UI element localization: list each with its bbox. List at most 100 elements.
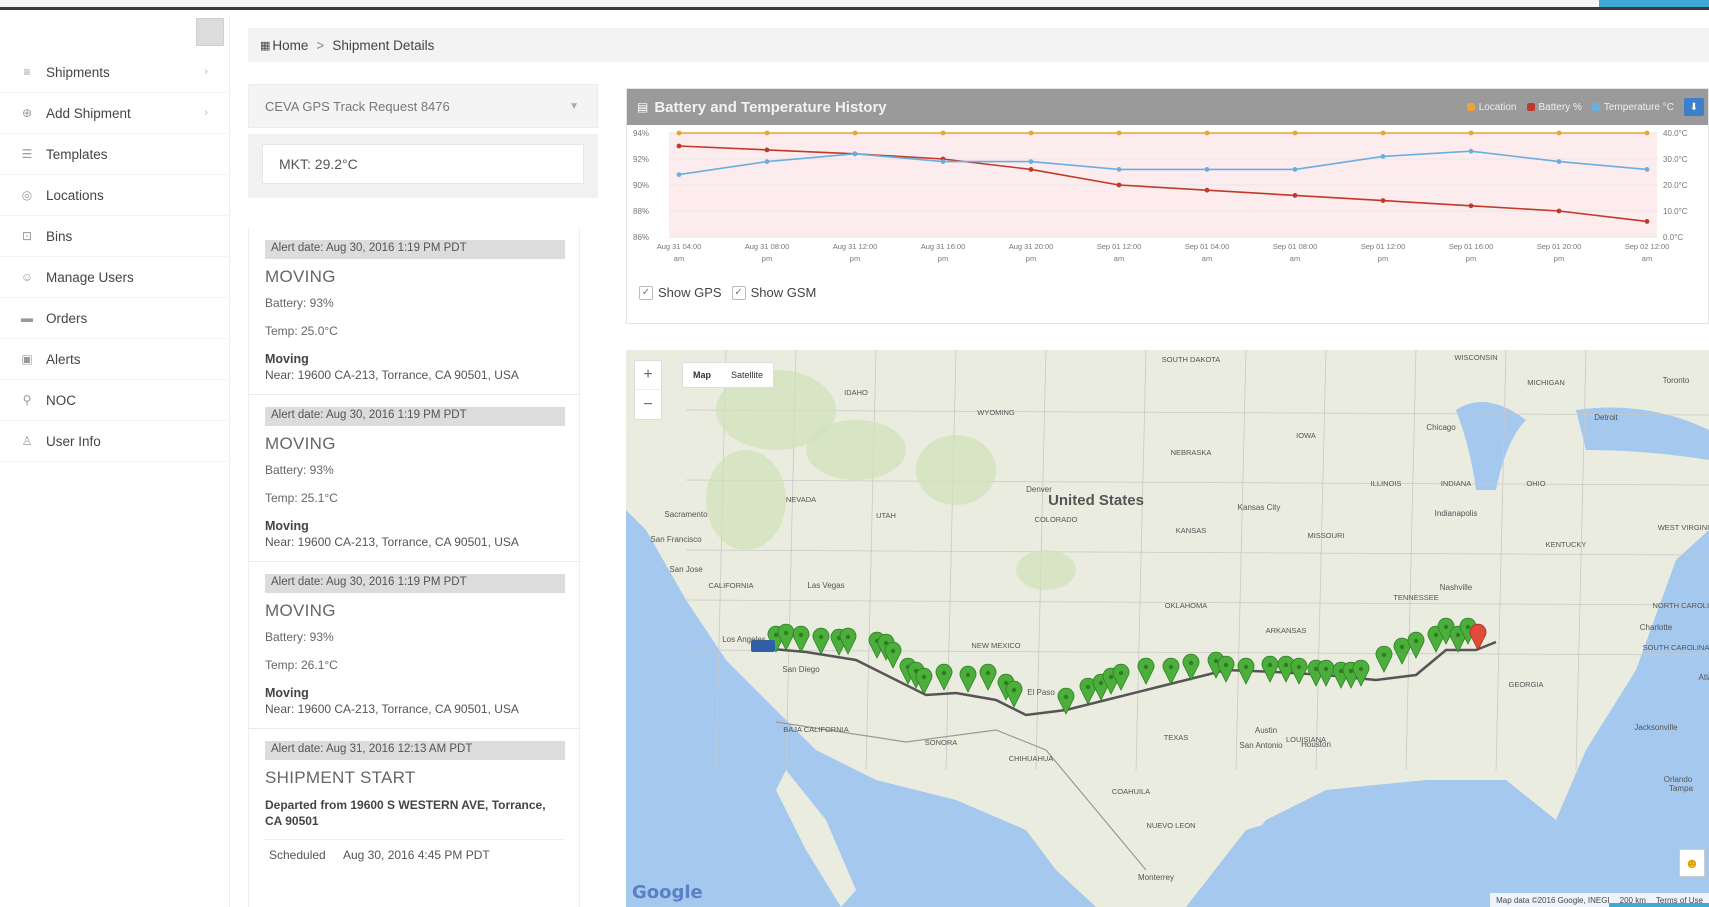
alert-battery: Battery: 93% xyxy=(265,463,334,477)
y-left-tick-label: 86% xyxy=(633,233,649,242)
sidebar-item-label: Add Shipment xyxy=(46,105,131,121)
sidebar-toggle-button[interactable] xyxy=(196,18,224,46)
scheduled-row: Scheduled Aug 30, 2016 4:45 PM PDT xyxy=(265,839,565,862)
sidebar: ≡ Shipments › ⊕ Add Shipment › ☰ Templates ◎ Loca… xyxy=(0,14,230,907)
state-label: NUEVO LEON xyxy=(1146,821,1195,830)
route-marker-dot xyxy=(941,670,947,676)
sidebar-item-add-shipment[interactable]: ⊕ Add Shipment › xyxy=(0,93,230,134)
alert-item: Alert date: Aug 30, 2016 1:19 PM PDT MOVI… xyxy=(249,395,579,562)
state-label: IOWA xyxy=(1296,431,1316,440)
zoom-in-button[interactable]: + xyxy=(635,361,661,390)
sidebar-item-orders[interactable]: ▬ Orders xyxy=(0,298,230,339)
state-label: KANSAS xyxy=(1176,526,1206,535)
route-marker-dot xyxy=(890,648,896,654)
sidebar-item-shipments[interactable]: ≡ Shipments › xyxy=(0,52,230,93)
series-point xyxy=(1028,159,1034,164)
x-tick-label: pm xyxy=(762,254,772,263)
x-tick-label: pm xyxy=(1026,254,1036,263)
terrain-patch xyxy=(806,420,906,480)
series-point xyxy=(1380,198,1386,203)
show-gps-toggle[interactable]: ✓ Show GPS xyxy=(639,285,722,300)
series-point xyxy=(1556,208,1562,214)
route-marker-dot xyxy=(783,630,789,636)
city-label: Detroit xyxy=(1594,413,1618,422)
x-tick-label: Aug 31 08:00 xyxy=(745,242,790,251)
breadcrumb-current: Shipment Details xyxy=(332,37,435,53)
state-label: MISSOURI xyxy=(1307,531,1344,540)
google-logo: Google xyxy=(632,882,703,903)
chart-legend: Location Battery % Temperature °C ⬇ xyxy=(1466,89,1704,125)
chart-header: ▤ Battery and Temperature History Locati… xyxy=(627,89,1708,125)
sidebar-item-label: Orders xyxy=(46,310,88,326)
city-label: San Antonio xyxy=(1239,741,1283,750)
legend-swatch xyxy=(1466,103,1475,111)
route-map[interactable]: United States SOUTH DAKOTA WISCONSIN MICHIG… xyxy=(626,350,1709,907)
terrain-patch xyxy=(1016,550,1076,590)
truck-icon: ▬ xyxy=(21,311,33,325)
sidebar-item-bins[interactable]: ⊡ Bins xyxy=(0,216,230,257)
legend-temperature[interactable]: Temperature °C xyxy=(1591,102,1674,113)
series-point xyxy=(1116,167,1122,172)
state-label: ILLINOIS xyxy=(1371,479,1402,488)
sidebar-item-label: Bins xyxy=(46,228,73,244)
show-gsm-toggle[interactable]: ✓ Show GSM xyxy=(731,285,816,300)
sidebar-nav: ≡ Shipments › ⊕ Add Shipment › ☰ Templates ◎ Loca… xyxy=(0,52,230,462)
city-label: Houston xyxy=(1301,740,1331,749)
route-marker-dot xyxy=(1213,658,1219,664)
terrain-patch xyxy=(706,450,786,550)
x-tick-label: am xyxy=(1642,254,1652,263)
route-marker-dot xyxy=(1108,674,1114,680)
sidebar-item-locations[interactable]: ◎ Locations xyxy=(0,175,230,216)
sidebar-item-label: NOC xyxy=(46,392,76,408)
y-left-tick-label: 94% xyxy=(633,129,649,138)
sidebar-item-manage-users[interactable]: ☺ Manage Users xyxy=(0,257,230,298)
breadcrumb-home-link[interactable]: Home xyxy=(272,38,308,53)
city-label: Denver xyxy=(1026,485,1052,494)
breadcrumb: ▦ Home > Shipment Details xyxy=(248,28,1709,62)
route-marker-dot xyxy=(818,634,824,640)
city-label: Tampa xyxy=(1669,784,1694,793)
x-tick-label: am xyxy=(1290,254,1300,263)
series-point xyxy=(1380,154,1386,159)
state-label: NEVADA xyxy=(786,495,816,504)
top-bar xyxy=(0,0,1709,10)
sidebar-item-user-info[interactable]: ♙ User Info xyxy=(0,421,230,462)
show-gps-label: Show GPS xyxy=(658,285,722,300)
x-tick-label: Sep 01 08:00 xyxy=(1273,242,1318,251)
sidebar-item-noc[interactable]: ⚲ NOC xyxy=(0,380,230,421)
legend-location[interactable]: Location xyxy=(1466,102,1517,113)
sidebar-item-alerts[interactable]: ▣ Alerts xyxy=(0,339,230,380)
map-canvas[interactable]: United States SOUTH DAKOTA WISCONSIN MICHIG… xyxy=(626,350,1709,907)
route-marker-dot xyxy=(1455,632,1461,638)
map-type-satellite-button[interactable]: Satellite xyxy=(721,370,773,380)
series-point xyxy=(1380,130,1386,136)
checkbox-icon: ✓ xyxy=(731,285,746,300)
route-marker-dot xyxy=(1399,644,1405,650)
x-tick-label: Sep 01 16:00 xyxy=(1449,242,1494,251)
route-marker-dot xyxy=(1465,624,1471,630)
city-label: Sacramento xyxy=(664,510,708,519)
download-icon[interactable]: ⬇ xyxy=(1684,98,1704,116)
alerts-list: Alert date: Aug 30, 2016 1:19 PM PDT MOVI… xyxy=(248,228,580,907)
sidebar-item-templates[interactable]: ☰ Templates xyxy=(0,134,230,175)
alert-item: Alert date: Aug 30, 2016 1:19 PM PDT MOVI… xyxy=(249,228,579,395)
mkt-value: MKT: 29.2°C xyxy=(279,156,358,172)
mkt-container: MKT: 29.2°C xyxy=(248,134,598,198)
route-marker-dot xyxy=(965,672,971,678)
shipment-select[interactable]: CEVA GPS Track Request 8476 ▼ xyxy=(248,84,598,128)
home-icon: ▦ xyxy=(260,39,271,52)
zoom-out-button[interactable]: − xyxy=(635,390,661,419)
x-tick-label: pm xyxy=(938,254,948,263)
y-right-tick-label: 30.0°C xyxy=(1663,155,1688,164)
map-type-map-button[interactable]: Map xyxy=(683,370,721,380)
alert-date: Alert date: Aug 30, 2016 1:19 PM PDT xyxy=(265,407,565,426)
alert-date: Alert date: Aug 30, 2016 1:19 PM PDT xyxy=(265,574,565,593)
state-label: NEW MEXICO xyxy=(971,641,1020,650)
street-view-icon[interactable]: ☻ xyxy=(1679,849,1705,877)
legend-battery[interactable]: Battery % xyxy=(1526,102,1582,113)
route-marker-dot xyxy=(1381,652,1387,658)
city-label: Orlando xyxy=(1664,775,1693,784)
y-left-tick-label: 92% xyxy=(633,155,649,164)
shipment-start-alert: Alert date: Aug 31, 2016 12:13 AM PDT SH… xyxy=(249,729,579,874)
users-icon: ☺ xyxy=(20,270,34,284)
